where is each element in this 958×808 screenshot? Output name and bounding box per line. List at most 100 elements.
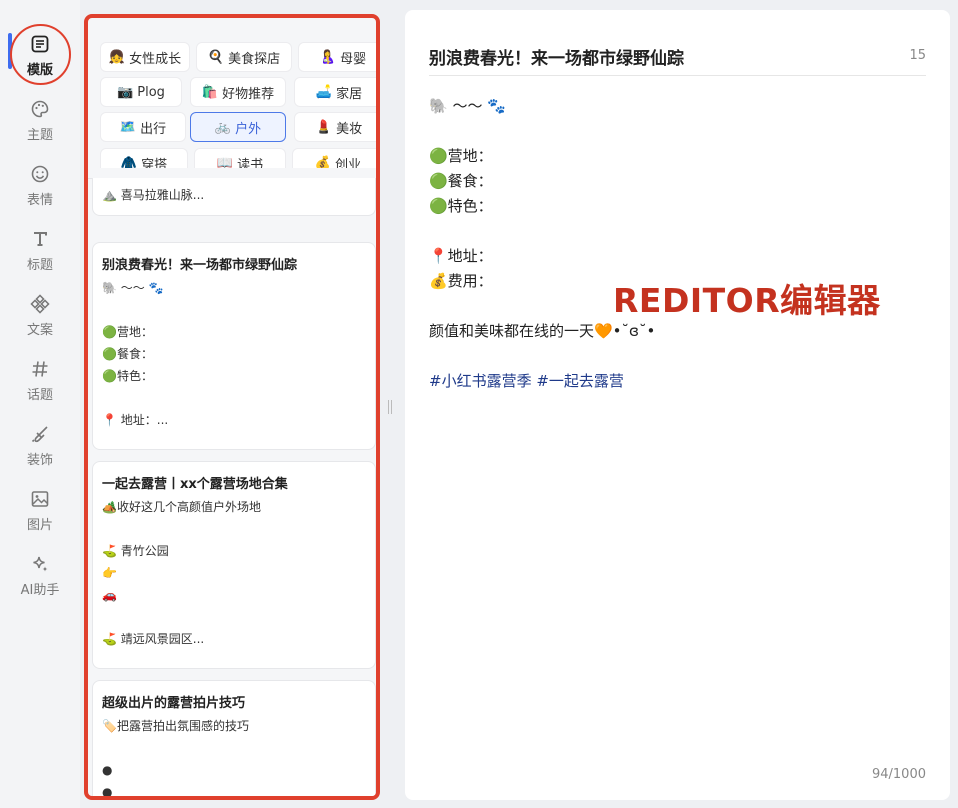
card-line: ● bbox=[102, 763, 113, 777]
body-char-count: 94/1000 bbox=[871, 767, 926, 782]
category-plog[interactable]: 📷 Plog bbox=[100, 77, 182, 107]
category-emoji: 🛋️ bbox=[315, 84, 333, 100]
note-title[interactable]: 别浪费春光！来一场都市绿野仙踪 bbox=[429, 44, 684, 69]
category-goods[interactable]: 🛍️ 好物推荐 bbox=[190, 77, 286, 107]
card-line: ⛰️ 喜马拉雅山脉... bbox=[102, 188, 205, 202]
template-panel: 👧 女性成长 🍳 美食探店 🤱 母婴 📷 Plog 🛍️ 好物推荐 🛋️ 家居 🗺️ 出行 🚲… bbox=[84, 14, 380, 800]
body-line: 🐘 ～～ 🐾 bbox=[429, 97, 506, 115]
left-nav-rail: 模版 主题 表情 标题 文案 话题 装饰 图片 AI助手 bbox=[0, 0, 80, 808]
panel-resize-handle[interactable] bbox=[388, 400, 392, 414]
card-title: 超级出片的露营拍片技巧 bbox=[102, 696, 246, 711]
sparkle-icon bbox=[29, 553, 51, 575]
rail-label: 标题 bbox=[26, 258, 53, 273]
category-outdoor[interactable]: 🚲 户外 bbox=[190, 112, 286, 142]
template-icon bbox=[29, 33, 51, 55]
category-emoji: 🗺️ bbox=[119, 119, 137, 135]
card-line: 👉 bbox=[102, 566, 117, 580]
category-emoji: 🤱 bbox=[319, 49, 337, 65]
category-reading[interactable]: 📖 读书 bbox=[194, 148, 286, 168]
category-travel[interactable]: 🗺️ 出行 bbox=[100, 112, 186, 142]
rail-item-copy[interactable]: 文案 bbox=[8, 293, 72, 349]
category-baby[interactable]: 🤱 母婴 bbox=[298, 42, 376, 72]
category-emoji: 🧥 bbox=[120, 155, 138, 169]
card-line: 📍 地址：... bbox=[102, 413, 169, 427]
rail-label: 图片 bbox=[26, 518, 53, 533]
rail-item-template[interactable]: 模版 bbox=[8, 33, 72, 89]
rail-label: 装饰 bbox=[26, 453, 53, 468]
category-emoji: 🚲 bbox=[214, 119, 232, 135]
palette-icon bbox=[29, 98, 51, 120]
category-home[interactable]: 🛋️ 家居 bbox=[294, 77, 376, 107]
category-emoji: 🍳 bbox=[207, 49, 225, 65]
card-line: 🐘 ～～ 🐾 bbox=[102, 281, 164, 295]
card-line: 🏕️收好这几个高颜值户外场地 bbox=[102, 500, 261, 514]
body-line: 📍地址： bbox=[429, 247, 493, 265]
rail-label: 模版 bbox=[26, 63, 53, 78]
category-outfit[interactable]: 🧥 穿搭 bbox=[100, 148, 188, 168]
category-emoji: 🛍️ bbox=[201, 84, 219, 100]
rail-label: AI助手 bbox=[20, 583, 60, 598]
category-food[interactable]: 🍳 美食探店 bbox=[196, 42, 292, 72]
category-makeup[interactable]: 💄 美妆 bbox=[294, 112, 376, 142]
category-label: 出行 bbox=[140, 121, 167, 137]
category-grid: 👧 女性成长 🍳 美食探店 🤱 母婴 📷 Plog 🛍️ 好物推荐 🛋️ 家居 🗺️ 出行 🚲… bbox=[92, 42, 376, 169]
category-label: 读书 bbox=[237, 157, 264, 169]
body-line bbox=[429, 119, 926, 144]
category-label: 美妆 bbox=[336, 121, 363, 137]
rail-label: 主题 bbox=[26, 128, 53, 143]
template-card-photo-tips[interactable]: 超级出片的露营拍片技巧 🏷️把露营拍出氛围感的技巧 ● ● bbox=[92, 680, 376, 799]
card-line: 🟢营地： bbox=[102, 325, 153, 339]
rail-label: 话题 bbox=[26, 388, 53, 403]
category-label: Plog bbox=[137, 84, 165, 100]
category-emoji: 👧 bbox=[108, 49, 126, 65]
rail-item-emoji[interactable]: 表情 bbox=[8, 163, 72, 219]
card-line: 🚗 bbox=[102, 588, 117, 602]
title-char-count: 15 bbox=[909, 48, 926, 63]
card-line: 🏷️把露营拍出氛围感的技巧 bbox=[102, 719, 249, 733]
card-line: 🟢餐食： bbox=[102, 347, 153, 361]
template-card-camping-list[interactable]: 一起去露营丨xx个露营场地合集 🏕️收好这几个高颜值户外场地 ⛳ 青竹公园 👉 … bbox=[92, 461, 376, 669]
rail-item-title[interactable]: 标题 bbox=[8, 228, 72, 284]
rail-item-ai[interactable]: AI助手 bbox=[8, 553, 72, 609]
card-line bbox=[102, 606, 366, 628]
card-line: ⛳ 青竹公园 bbox=[102, 544, 169, 558]
template-card-spring[interactable]: 别浪费春光！来一场都市绿野仙踪 🐘 ～～ 🐾 🟢营地： 🟢餐食： 🟢特色： 📍 … bbox=[92, 242, 376, 450]
rail-item-theme[interactable]: 主题 bbox=[8, 98, 72, 154]
rail-label: 文案 bbox=[26, 323, 53, 338]
title-divider bbox=[429, 75, 926, 76]
rail-item-image[interactable]: 图片 bbox=[8, 488, 72, 544]
rail-item-decor[interactable]: 装饰 bbox=[8, 423, 72, 479]
body-line: 🟢营地： bbox=[429, 147, 493, 165]
body-line: 🟢特色： bbox=[429, 197, 493, 215]
body-line bbox=[429, 219, 926, 244]
card-line: ⛳ 靖远风景园区... bbox=[102, 632, 205, 646]
category-emoji: 💄 bbox=[315, 119, 333, 135]
card-line bbox=[102, 737, 366, 759]
hashtags[interactable]: #小红书露营季 #一起去露营 bbox=[429, 369, 926, 394]
image-icon bbox=[29, 488, 51, 510]
category-emoji: 📖 bbox=[216, 155, 234, 169]
category-label: 母婴 bbox=[340, 51, 367, 67]
smile-icon bbox=[29, 163, 51, 185]
category-label: 穿搭 bbox=[141, 157, 168, 169]
category-startup[interactable]: 💰 创业 bbox=[292, 148, 376, 169]
editor[interactable]: 别浪费春光！来一场都市绿野仙踪 15 🐘 ～～ 🐾 🟢营地： 🟢餐食： 🟢特色：… bbox=[405, 10, 950, 800]
category-emoji: 📷 bbox=[117, 84, 134, 100]
rail-item-topic[interactable]: 话题 bbox=[8, 358, 72, 414]
title-t-icon bbox=[29, 228, 51, 250]
body-line bbox=[429, 344, 926, 369]
rail-label: 表情 bbox=[26, 193, 53, 208]
category-label: 美食探店 bbox=[228, 51, 281, 67]
brush-icon bbox=[29, 423, 51, 445]
copywriting-icon bbox=[29, 293, 51, 315]
template-card-himalaya[interactable]: ⛰️ 喜马拉雅山脉... bbox=[92, 178, 376, 216]
category-emoji: 💰 bbox=[314, 155, 332, 169]
category-label: 家居 bbox=[336, 86, 363, 102]
category-label: 创业 bbox=[335, 157, 362, 169]
card-line: ● bbox=[102, 785, 113, 799]
card-line: 🟢特色： bbox=[102, 369, 153, 383]
category-women-growth[interactable]: 👧 女性成长 bbox=[100, 42, 190, 72]
note-body[interactable]: 🐘 ～～ 🐾 🟢营地： 🟢餐食： 🟢特色： 📍地址： 💰费用： 颜值和美味都在线… bbox=[429, 94, 926, 394]
watermark-text: REDITOR编辑器 bbox=[613, 281, 881, 320]
hashtag-icon bbox=[29, 358, 51, 380]
